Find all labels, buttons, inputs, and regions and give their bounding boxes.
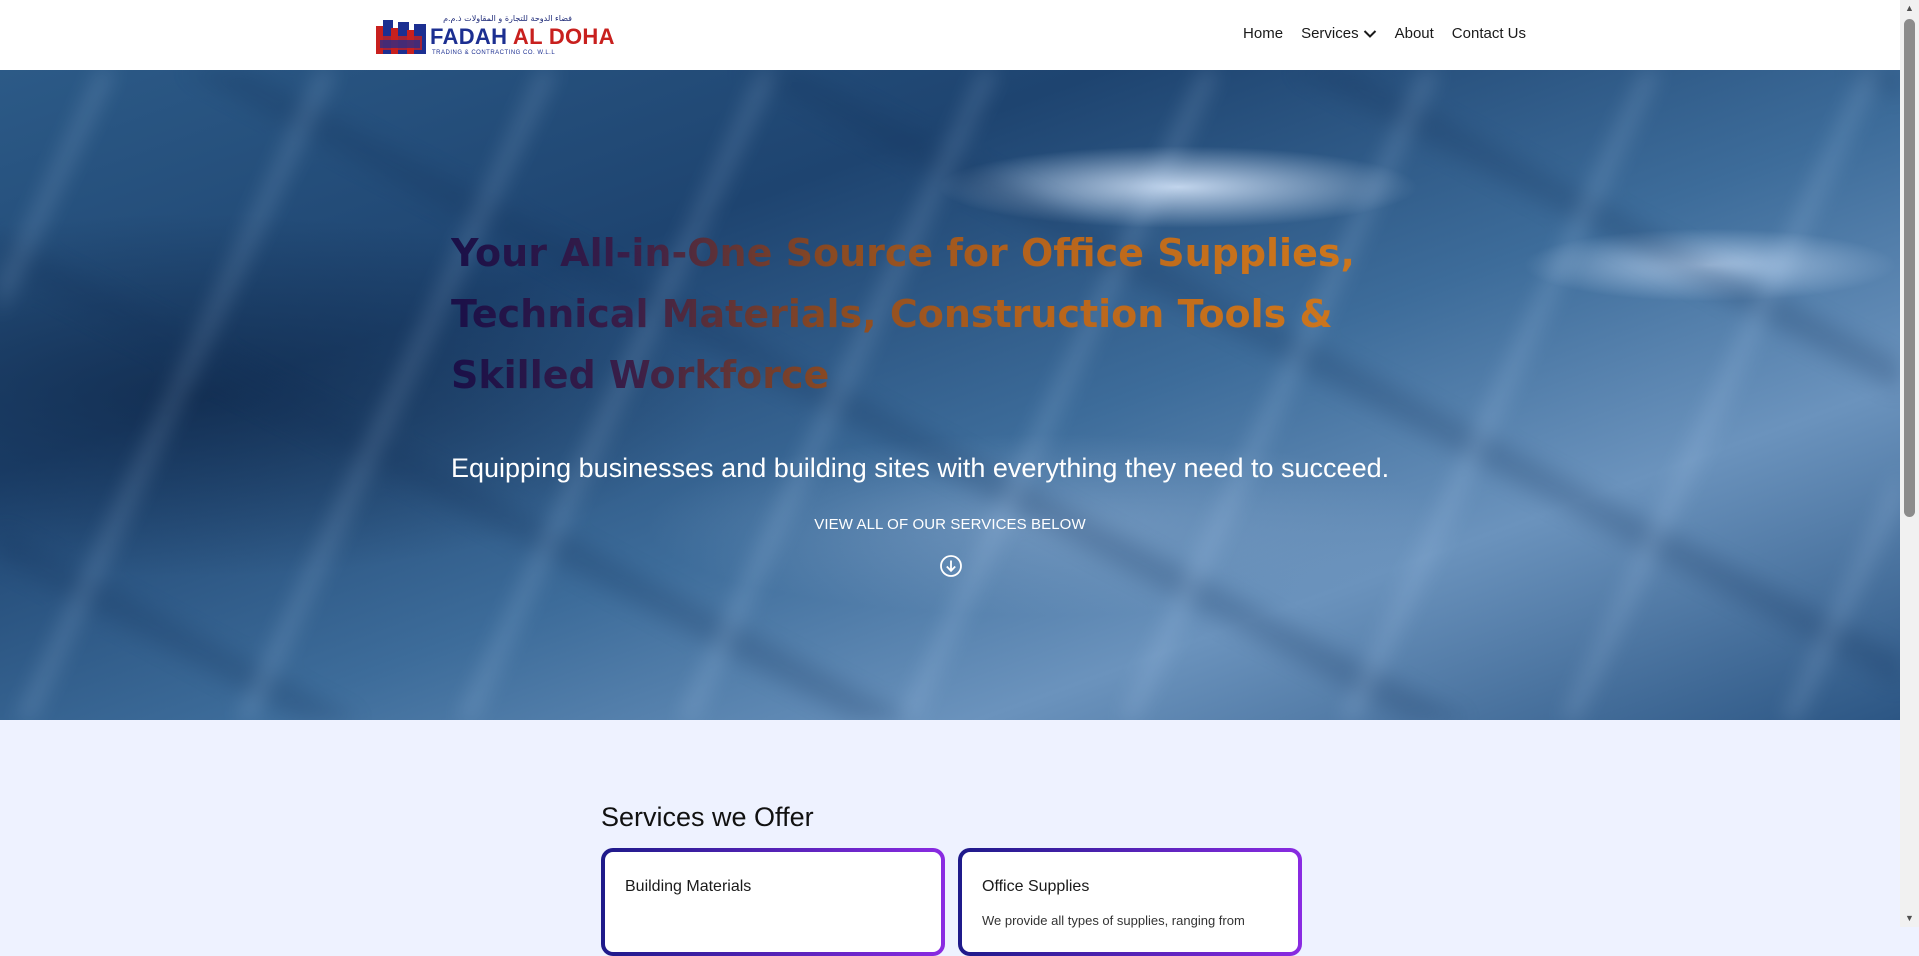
logo-buildings-icon xyxy=(376,20,426,54)
logo-subtitle: TRADING & CONTRACTING CO. W.L.L xyxy=(432,50,556,56)
scroll-down-arrow-icon[interactable]: ▼ xyxy=(1900,910,1919,927)
services-title: Services we Offer xyxy=(601,802,814,832)
nav-home[interactable]: Home xyxy=(1243,25,1283,42)
service-card-title: Building Materials xyxy=(625,878,752,895)
nav-contact[interactable]: Contact Us xyxy=(1452,25,1526,42)
hero-title: Your All-in-One Source for Office Suppli… xyxy=(451,223,1451,406)
scrollbar-thumb[interactable] xyxy=(1904,19,1915,517)
arrow-down-circle-icon[interactable] xyxy=(939,554,963,578)
service-card-building-materials[interactable]: Building Materials xyxy=(601,848,945,956)
service-card-text: We provide all types of supplies, rangin… xyxy=(982,913,1245,928)
main-nav: Home Services About Contact Us xyxy=(1243,25,1526,42)
service-card-title: Office Supplies xyxy=(982,878,1090,895)
site-header: فضاء الدوحة للتجارة و المقاولات ذ.م.م FA… xyxy=(0,0,1900,70)
company-logo[interactable]: فضاء الدوحة للتجارة و المقاولات ذ.م.م FA… xyxy=(376,14,614,58)
view-services-link[interactable]: VIEW ALL OF OUR SERVICES BELOW xyxy=(0,516,1900,533)
nav-home-label: Home xyxy=(1243,25,1284,42)
scroll-up-arrow-icon[interactable]: ▲ xyxy=(1900,0,1919,17)
nav-services[interactable]: Services xyxy=(1301,25,1377,42)
nav-about[interactable]: About xyxy=(1395,25,1434,42)
nav-about-label: About xyxy=(1394,25,1434,42)
logo-name: FADAH AL DOHA xyxy=(430,25,615,49)
hero-subtitle: Equipping businesses and building sites … xyxy=(451,453,1390,483)
page-scrollbar[interactable]: ▲ ▼ xyxy=(1900,0,1919,927)
chevron-down-icon xyxy=(1363,29,1376,38)
nav-services-label: Services xyxy=(1301,25,1359,42)
logo-name-accent: AL DOHA xyxy=(512,24,615,49)
logo-name-primary: FADAH xyxy=(430,24,513,49)
hero-section: Your All-in-One Source for Office Suppli… xyxy=(0,70,1900,720)
service-card-office-supplies[interactable]: Office Supplies We provide all types of … xyxy=(958,848,1302,956)
nav-contact-label: Contact Us xyxy=(1451,25,1526,42)
